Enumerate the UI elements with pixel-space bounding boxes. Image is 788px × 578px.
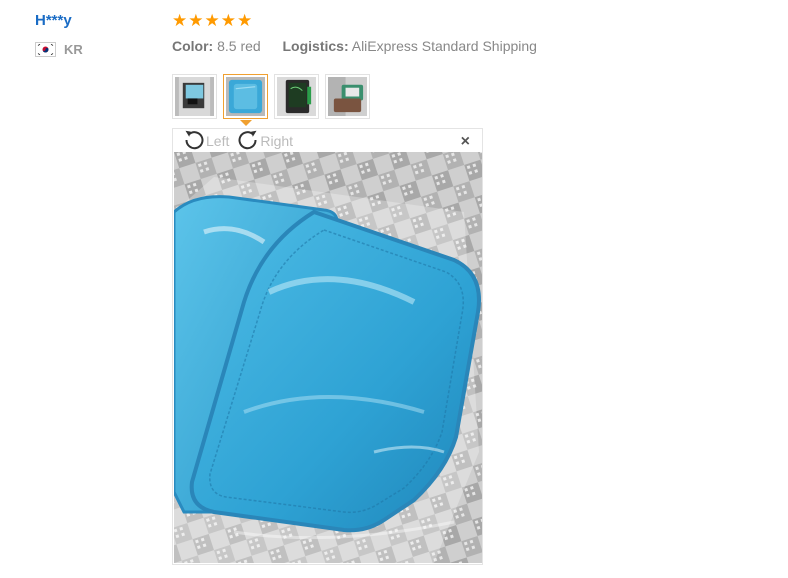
active-thumbnail-pointer (240, 120, 252, 126)
rotate-left-button[interactable]: Left (183, 128, 229, 153)
rotate-right-button[interactable]: Right (237, 128, 293, 153)
color-value: 8.5 red (217, 38, 261, 54)
review-photo-thumbnail[interactable] (172, 74, 217, 119)
star-icon: ★ (237, 11, 253, 30)
review-photo-thumbnail[interactable] (274, 74, 319, 119)
flag-kr-icon (35, 42, 56, 57)
rotate-right-label: Right (260, 132, 294, 149)
star-icon: ★ (172, 11, 188, 30)
review-photo-thumbnail[interactable] (325, 74, 370, 119)
photo-viewer-toolbar: Left Right × (173, 129, 482, 152)
country-code: KR (64, 42, 83, 57)
star-icon: ★ (220, 11, 236, 30)
rotate-left-icon (183, 128, 205, 153)
rotate-right-icon (237, 128, 259, 153)
logistics-value: AliExpress Standard Shipping (351, 38, 537, 54)
photo-viewer: Left Right × (172, 128, 483, 565)
order-attributes: Color: 8.5 red Logistics: AliExpress Sta… (172, 38, 537, 54)
star-icon: ★ (188, 11, 204, 30)
star-icon: ★ (204, 11, 220, 30)
reviewer-name[interactable]: H***y (35, 12, 72, 29)
color-label: Color: (172, 38, 214, 54)
close-icon[interactable]: × (461, 134, 470, 150)
logistics-label: Logistics: (282, 38, 349, 54)
review-photo-thumbnail-active[interactable] (223, 74, 268, 119)
review-photo-thumbnails (172, 74, 370, 119)
review-photo-large (174, 152, 482, 563)
rotate-left-label: Left (206, 132, 230, 149)
reviewer-country: KR (35, 42, 83, 57)
rating-stars: ★ ★ ★ ★ ★ (172, 12, 252, 30)
